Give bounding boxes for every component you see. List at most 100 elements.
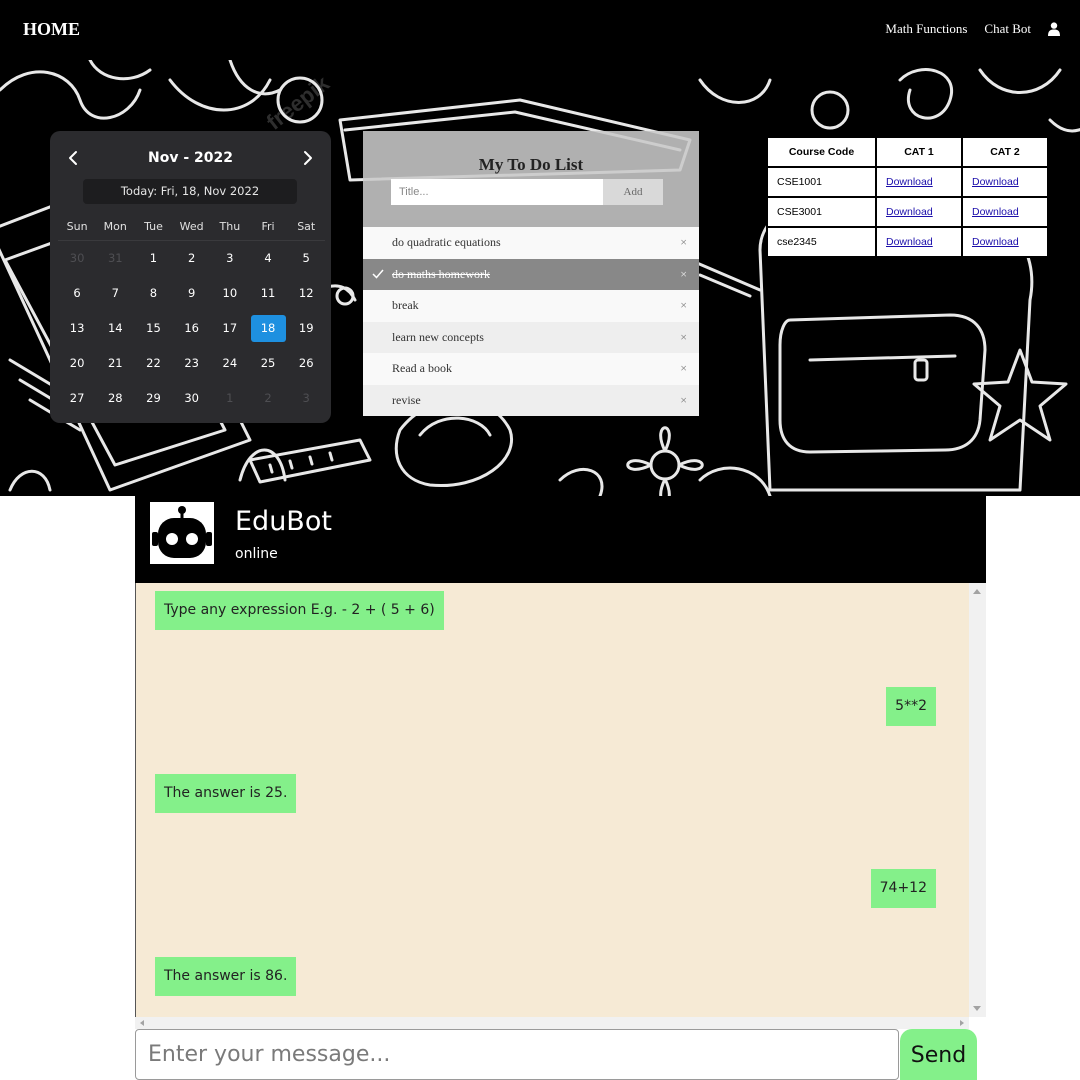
user-icon[interactable] (1048, 22, 1060, 36)
calendar-day[interactable]: 8 (134, 276, 172, 311)
todo-title-input[interactable] (391, 179, 603, 205)
todo-item[interactable]: learn new concepts × (363, 321, 699, 354)
message-input[interactable] (135, 1029, 899, 1080)
todo-item-checked[interactable]: do maths homework × (363, 258, 699, 291)
calendar-day[interactable]: 23 (173, 346, 211, 381)
weekday-label: Wed (172, 213, 211, 241)
calendar-day[interactable]: 30 (58, 241, 96, 276)
cat1-cell: Download (875, 226, 963, 258)
calendar-day[interactable]: 30 (173, 381, 211, 416)
calendar-day[interactable]: 17 (211, 311, 249, 346)
todo-item-text: do maths homework (392, 266, 490, 281)
calendar-day[interactable]: 16 (173, 311, 211, 346)
home-link[interactable]: HOME (23, 19, 80, 40)
calendar-day[interactable]: 6 (58, 276, 96, 311)
cat1-download-link[interactable]: Download (886, 236, 933, 248)
vertical-scrollbar[interactable] (969, 583, 986, 1017)
calendar-day[interactable]: 25 (249, 346, 287, 381)
todo-item[interactable]: Read a book × (363, 353, 699, 385)
cat2-download-link[interactable]: Download (972, 206, 1019, 218)
nav-links: Math Functions Chat Bot (885, 21, 1060, 37)
calendar-day[interactable]: 20 (58, 346, 96, 381)
calendar-header: Nov - 2022 (50, 145, 331, 171)
calendar-day[interactable]: 7 (96, 276, 134, 311)
nav-math-functions-link[interactable]: Math Functions (885, 21, 967, 37)
cat2-download-link[interactable]: Download (972, 236, 1019, 248)
calendar-day-number: 21 (107, 356, 123, 370)
close-icon[interactable]: × (680, 290, 687, 322)
cat2-cell: Download (961, 196, 1049, 228)
calendar-day-number: 9 (187, 286, 196, 300)
calendar-day[interactable]: 3 (287, 381, 325, 416)
todo-item-text: learn new concepts (392, 329, 484, 344)
table-row: cse2345 Download Download (766, 226, 1049, 258)
calendar-day[interactable]: 31 (96, 241, 134, 276)
calendar-today-label[interactable]: Today: Fri, 18, Nov 2022 (83, 179, 297, 204)
table-row: CSE1001 Download Download (766, 166, 1049, 198)
nav-chat-bot-link[interactable]: Chat Bot (984, 21, 1031, 37)
calendar-day[interactable]: 3 (211, 241, 249, 276)
close-icon[interactable]: × (680, 227, 687, 259)
calendar-day[interactable]: 26 (287, 346, 325, 381)
calendar-day-number: 7 (111, 286, 119, 300)
bot-message: The answer is 86. (155, 957, 297, 996)
todo-item[interactable]: break × (363, 290, 699, 322)
calendar-day[interactable]: 1 (134, 241, 172, 276)
user-message: 5**2 (886, 687, 936, 726)
chat-messages[interactable]: Type any expression E.g. - 2 + ( 5 + 6) … (135, 583, 986, 1017)
course-code-cell: CSE1001 (766, 166, 877, 198)
scroll-left-icon[interactable] (140, 1020, 144, 1026)
calendar-day[interactable]: 2 (249, 381, 287, 416)
cat2-download-link[interactable]: Download (972, 176, 1019, 188)
cat1-download-link[interactable]: Download (886, 176, 933, 188)
calendar-day[interactable]: 15 (134, 311, 172, 346)
close-icon[interactable]: × (680, 322, 687, 354)
calendar-day-number: 5 (302, 251, 310, 265)
calendar-day[interactable]: 27 (58, 381, 96, 416)
calendar-day[interactable]: 22 (134, 346, 172, 381)
cat2-cell: Download (961, 226, 1049, 258)
send-button[interactable]: Send (900, 1029, 977, 1080)
calendar-separator: - (183, 150, 190, 166)
calendar-day-selected[interactable]: 18 (249, 311, 287, 346)
calendar-day-number: 19 (298, 321, 314, 335)
calendar-day[interactable]: 10 (211, 276, 249, 311)
scroll-right-icon[interactable] (960, 1020, 964, 1026)
calendar-day[interactable]: 1 (211, 381, 249, 416)
calendar-day-number: 30 (184, 391, 199, 405)
calendar-day[interactable]: 19 (287, 311, 325, 346)
calendar-day[interactable]: 13 (58, 311, 96, 346)
calendar-day-number: 4 (264, 251, 272, 265)
weekday-label: Tue (134, 213, 173, 241)
calendar-day[interactable]: 29 (134, 381, 172, 416)
calendar-day[interactable]: 11 (249, 276, 287, 311)
todo-item-text: revise (392, 392, 421, 407)
calendar-day[interactable]: 24 (211, 346, 249, 381)
chevron-right-icon[interactable] (297, 147, 319, 169)
calendar-day[interactable]: 21 (96, 346, 134, 381)
close-icon[interactable]: × (680, 259, 687, 291)
calendar-day[interactable]: 9 (173, 276, 211, 311)
todo-item[interactable]: do quadratic equations × (363, 227, 699, 259)
todo-item[interactable]: revise × (363, 384, 699, 417)
calendar-day[interactable]: 2 (173, 241, 211, 276)
scroll-up-icon[interactable] (973, 589, 981, 594)
table-row: CSE3001 Download Download (766, 196, 1049, 228)
calendar-day[interactable]: 14 (96, 311, 134, 346)
calendar-day[interactable]: 4 (249, 241, 287, 276)
calendar-day-number: 28 (107, 391, 123, 405)
horizontal-scrollbar[interactable] (135, 1017, 969, 1029)
todo-add-button[interactable]: Add (603, 179, 663, 205)
scroll-down-icon[interactable] (973, 1006, 981, 1011)
calendar-day[interactable]: 12 (287, 276, 325, 311)
calendar-day-number: 24 (222, 356, 238, 370)
close-icon[interactable]: × (680, 353, 687, 385)
bot-name: EduBot (235, 506, 332, 537)
cat1-download-link[interactable]: Download (886, 206, 933, 218)
calendar-day-number: 25 (260, 356, 276, 370)
column-header: Course Code (766, 136, 877, 168)
cat1-cell: Download (875, 196, 963, 228)
close-icon[interactable]: × (680, 385, 687, 417)
calendar-day[interactable]: 28 (96, 381, 134, 416)
calendar-day[interactable]: 5 (287, 241, 325, 276)
